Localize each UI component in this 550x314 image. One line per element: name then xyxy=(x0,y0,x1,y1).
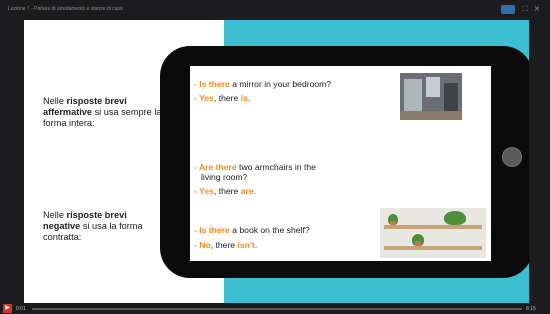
window-title: Lezione 7 - Parlare di arredamento e sta… xyxy=(8,6,123,12)
window-badge[interactable] xyxy=(501,5,515,14)
bedroom-photo xyxy=(400,73,462,120)
play-icon[interactable]: ▶ xyxy=(3,304,12,313)
answer-yes-are: - Yes, there are. xyxy=(194,186,256,196)
presentation-slide: Nelle risposte brevi affermative si usa … xyxy=(24,20,529,303)
question-armchairs: - Are there two armchairs in the xyxy=(194,162,316,172)
tablet-home-button xyxy=(502,147,522,167)
answer-yes-is: - Yes, there is. xyxy=(194,93,251,103)
current-time: 0:01 xyxy=(16,306,26,312)
question-armchairs-cont: living room? xyxy=(201,172,248,182)
fullscreen-icon[interactable]: ⛶ xyxy=(521,6,529,14)
total-time: 8:15 xyxy=(526,306,536,312)
progress-bar[interactable] xyxy=(32,308,522,310)
tablet-frame: - Is there a mirror in your bedroom? - Y… xyxy=(160,46,529,278)
note-negative: Nelle risposte brevi negative si usa la … xyxy=(43,210,143,242)
note-affirmative: Nelle risposte brevi affermative si usa … xyxy=(43,96,162,128)
question-mirror: - Is there a mirror in your bedroom? xyxy=(194,79,332,89)
window-titlebar: Lezione 7 - Parlare di arredamento e sta… xyxy=(0,0,550,20)
answer-no-isnt: - No, there isn't. xyxy=(194,240,258,250)
player-controls: ▶ 0:01 8:15 xyxy=(0,303,550,314)
shelf-photo xyxy=(380,208,486,258)
tablet-screen: - Is there a mirror in your bedroom? - Y… xyxy=(190,66,491,261)
close-icon[interactable]: ✕ xyxy=(533,6,541,14)
question-book: - Is there a book on the shelf? xyxy=(194,225,310,235)
